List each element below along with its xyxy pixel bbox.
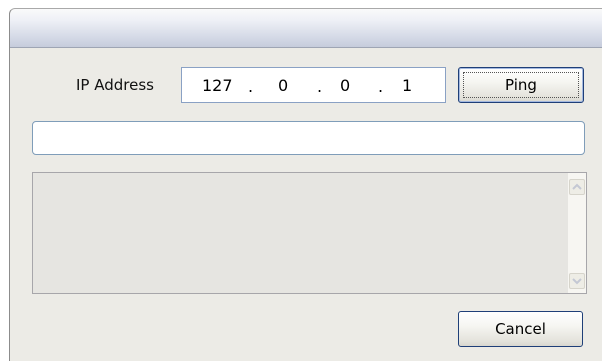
scroll-down-button[interactable] xyxy=(569,273,585,289)
ping-button-label: Ping xyxy=(505,76,537,94)
title-bar[interactable] xyxy=(10,9,602,48)
ping-dialog-window: IP Address 127 . 0 . 0 . 1 Ping Cancel xyxy=(9,8,602,361)
ip-address-input[interactable]: 127 . 0 . 0 . 1 xyxy=(181,67,446,103)
ping-output-area[interactable] xyxy=(32,172,587,294)
chevron-down-icon xyxy=(572,278,582,285)
cancel-button-label: Cancel xyxy=(495,320,546,338)
status-field[interactable] xyxy=(32,121,585,155)
ip-separator: . xyxy=(248,77,254,96)
ping-button[interactable]: Ping xyxy=(458,67,584,103)
vertical-scrollbar[interactable] xyxy=(568,173,586,293)
ip-separator: . xyxy=(317,77,323,96)
ip-octet-4[interactable]: 1 xyxy=(402,76,412,96)
scroll-up-button[interactable] xyxy=(569,179,585,195)
ip-octet-2[interactable]: 0 xyxy=(278,76,288,96)
cancel-button[interactable]: Cancel xyxy=(458,311,583,347)
chevron-up-icon xyxy=(572,183,582,190)
ip-octet-1[interactable]: 127 xyxy=(202,76,233,96)
ip-octet-3[interactable]: 0 xyxy=(340,76,350,96)
ip-separator: . xyxy=(378,77,384,96)
ip-address-label: IP Address xyxy=(76,76,154,94)
